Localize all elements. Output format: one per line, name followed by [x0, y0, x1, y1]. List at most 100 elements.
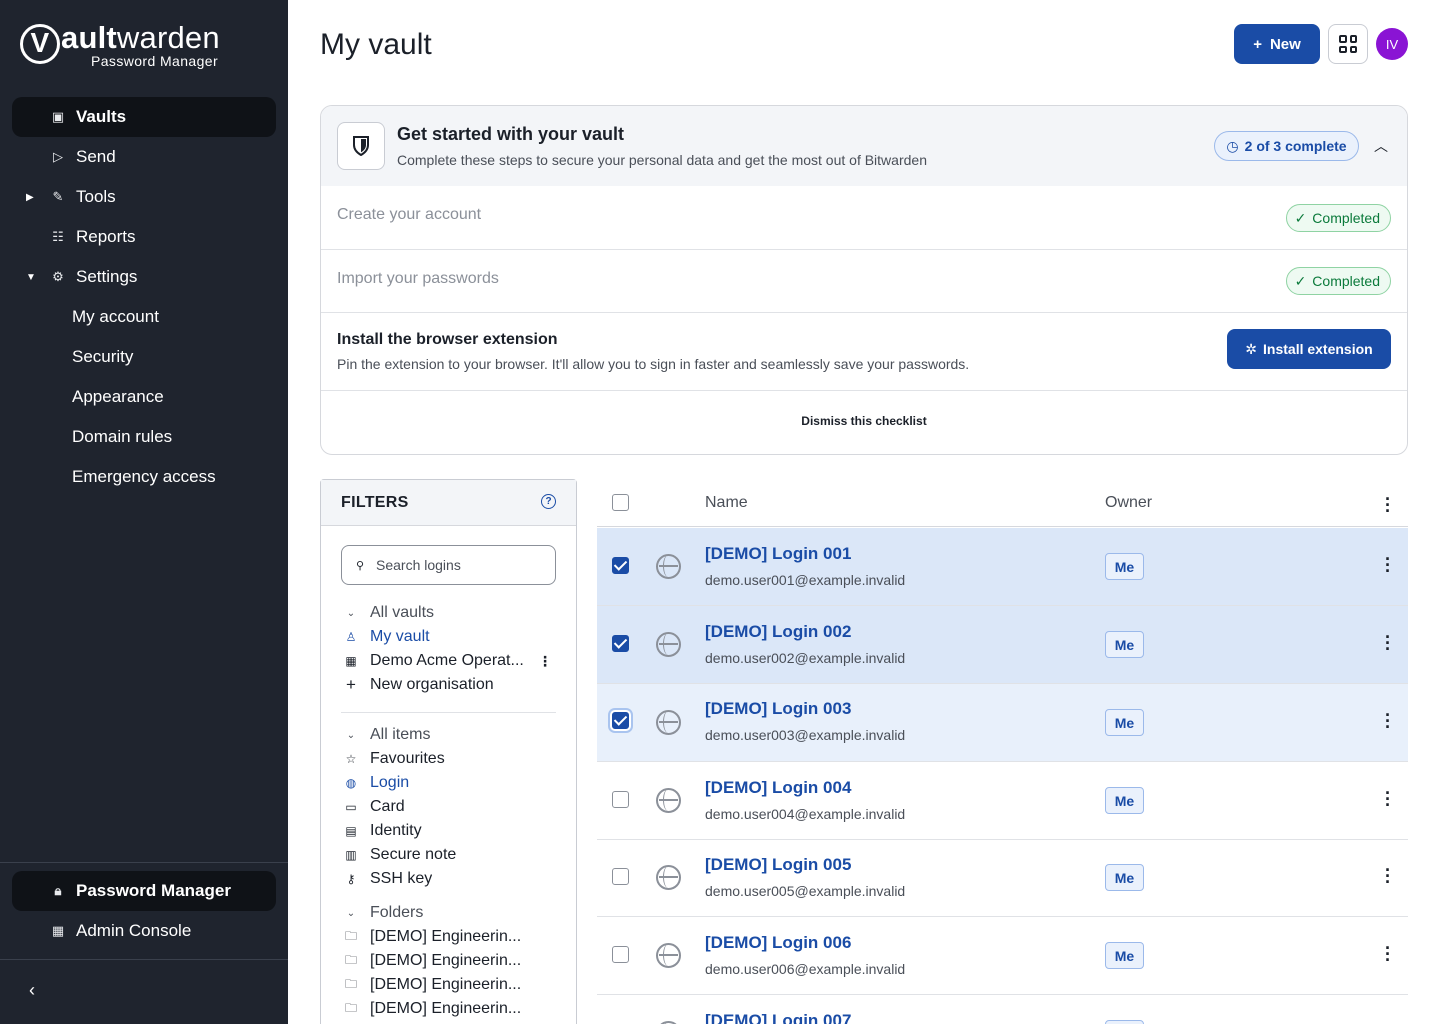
grid-icon: [1339, 35, 1357, 53]
row-checkbox[interactable]: [612, 946, 629, 963]
filter-folder[interactable]: 🗀︎ [DEMO] Engineerin...: [341, 925, 556, 949]
filter-login[interactable]: ◍ Login: [341, 771, 556, 795]
search-logins-field[interactable]: ⚲: [341, 545, 556, 585]
row-checkbox[interactable]: [612, 635, 629, 652]
filter-all-vaults[interactable]: ⌄ All vaults: [341, 601, 556, 625]
filter-my-vault[interactable]: ♙ My vault: [341, 625, 556, 649]
sidebar-item-tools[interactable]: ▶ ✎ Tools: [12, 177, 276, 217]
checklist-header: Get started with your vault Complete the…: [321, 106, 1407, 186]
item-name-link[interactable]: [DEMO] Login 007: [705, 1011, 851, 1024]
sidebar-item-send[interactable]: ▷ Send: [12, 137, 276, 177]
sidebar-item-my-account[interactable]: My account: [12, 297, 276, 337]
row-options-icon[interactable]: · · ·: [1382, 939, 1394, 969]
table-row[interactable]: [DEMO] Login 007 Me: [597, 995, 1408, 1024]
row-checkbox[interactable]: [612, 712, 629, 729]
new-button[interactable]: + New: [1234, 24, 1320, 64]
row-options-icon[interactable]: · · ·: [1382, 706, 1394, 736]
chevron-down-icon: ⌄: [346, 607, 356, 619]
clock-icon: ◷: [1226, 137, 1239, 154]
search-input[interactable]: [376, 557, 536, 573]
sidebar-item-emergency-access[interactable]: Emergency access: [12, 457, 276, 497]
globe-icon: [656, 710, 681, 735]
item-name-link[interactable]: [DEMO] Login 005: [705, 855, 851, 875]
bulk-actions-icon[interactable]: · · ·: [1382, 490, 1394, 520]
filter-secure-note[interactable]: ▥ Secure note: [341, 843, 556, 867]
building-icon: ▦: [345, 654, 357, 668]
product-switcher: 🔒︎ Password Manager ▦ Admin Console: [12, 871, 276, 951]
globe-icon: [656, 943, 681, 968]
column-header-name[interactable]: Name: [705, 494, 748, 512]
app-switcher-button[interactable]: [1328, 24, 1368, 64]
filter-ssh-key[interactable]: ⚷ SSH key: [341, 867, 556, 891]
table-row[interactable]: [DEMO] Login 005 demo.user005@example.in…: [597, 839, 1408, 917]
sidebar-item-settings[interactable]: ▼ ⚙ Settings: [12, 257, 276, 297]
filter-organisation[interactable]: ▦ Demo Acme Operat... ⋮: [341, 649, 556, 673]
sidebar-item-appearance[interactable]: Appearance: [12, 377, 276, 417]
row-checkbox[interactable]: [612, 791, 629, 808]
row-checkbox[interactable]: [612, 868, 629, 885]
avatar[interactable]: IV: [1376, 28, 1408, 60]
check-circle-icon: ✓: [1294, 272, 1307, 289]
filters-panel: FILTERS ? ⚲ ⌄ All vaults ♙ My vault ▦ De…: [320, 479, 577, 1024]
row-options-icon[interactable]: · · ·: [1382, 550, 1394, 580]
item-name-link[interactable]: [DEMO] Login 001: [705, 544, 851, 564]
progress-badge: ◷ 2 of 3 complete: [1214, 131, 1359, 161]
onboarding-checklist: Get started with your vault Complete the…: [320, 105, 1408, 455]
item-username: demo.user002@example.invalid: [705, 650, 906, 666]
row-options-icon[interactable]: · · ·: [1382, 784, 1394, 814]
filter-folders[interactable]: ⌄ Folders: [341, 901, 556, 925]
row-options-icon[interactable]: · · ·: [1382, 628, 1394, 658]
more-options-icon[interactable]: ⋮: [538, 653, 552, 670]
filter-favourites[interactable]: ☆ Favourites: [341, 747, 556, 771]
sidebar-nav: ▣ Vaults ▷ Send ▶ ✎ Tools ☷ Reports ▼ ⚙ …: [12, 97, 276, 497]
brand-logo[interactable]: Vaultwarden Password Manager: [20, 20, 230, 72]
building-icon: ▦: [51, 923, 65, 938]
filter-folder[interactable]: 🗀︎ [DEMO] Engineerin...: [341, 973, 556, 997]
filter-card[interactable]: ▭ Card: [341, 795, 556, 819]
sidebar-item-domain-rules[interactable]: Domain rules: [12, 417, 276, 457]
item-name-link[interactable]: [DEMO] Login 003: [705, 699, 851, 719]
select-all-checkbox[interactable]: [612, 494, 629, 511]
table-row[interactable]: [DEMO] Login 002 demo.user002@example.in…: [597, 606, 1408, 684]
sidebar-item-security[interactable]: Security: [12, 337, 276, 377]
dismiss-checklist-link[interactable]: Dismiss this checklist: [321, 414, 1407, 428]
filter-folder[interactable]: 🗀︎ [DEMO] Engineerin...: [341, 949, 556, 973]
lock-icon: 🔒︎: [54, 883, 62, 898]
completed-badge: ✓ Completed: [1285, 267, 1391, 295]
row-checkbox[interactable]: [612, 557, 629, 574]
help-icon[interactable]: ?: [541, 494, 556, 509]
table-row[interactable]: [DEMO] Login 004 demo.user004@example.in…: [597, 762, 1408, 840]
sidebar-item-reports[interactable]: ☷ Reports: [12, 217, 276, 257]
table-row[interactable]: [DEMO] Login 001 demo.user001@example.in…: [597, 528, 1408, 606]
owner-badge: Me: [1105, 864, 1144, 891]
item-username: demo.user005@example.invalid: [705, 883, 906, 899]
table-header: Name Owner · · ·: [597, 479, 1408, 527]
task-install-extension: Install the browser extension Pin the ex…: [321, 312, 1407, 390]
install-extension-button[interactable]: ✲ Install extension: [1227, 329, 1391, 369]
product-admin-console[interactable]: ▦ Admin Console: [12, 911, 276, 951]
column-header-owner: Owner: [1105, 494, 1153, 511]
filter-new-organisation[interactable]: + New organisation: [341, 673, 556, 697]
filter-all-items[interactable]: ⌄ All items: [341, 723, 556, 747]
reports-icon: ☷: [52, 229, 64, 244]
vaultwarden-logo-icon: V: [20, 24, 60, 64]
globe-icon: [656, 865, 681, 890]
globe-icon: [656, 788, 681, 813]
globe-icon: [656, 554, 681, 579]
item-name-link[interactable]: [DEMO] Login 004: [705, 778, 851, 798]
item-username: demo.user003@example.invalid: [705, 727, 906, 743]
caret-down-icon: ▼: [26, 271, 36, 283]
item-name-link[interactable]: [DEMO] Login 002: [705, 622, 851, 642]
chevron-up-icon[interactable]: ︿: [1373, 136, 1389, 156]
row-options-icon[interactable]: · · ·: [1382, 861, 1394, 891]
item-name-link[interactable]: [DEMO] Login 006: [705, 933, 851, 953]
collapse-sidebar-icon[interactable]: ‹: [22, 980, 42, 1002]
sidebar-item-vaults[interactable]: ▣ Vaults: [12, 97, 276, 137]
table-row[interactable]: [DEMO] Login 003 demo.user003@example.in…: [597, 684, 1408, 762]
filter-folder[interactable]: 🗀︎ [DEMO] Engineerin...: [341, 997, 556, 1021]
filter-identity[interactable]: ▤ Identity: [341, 819, 556, 843]
id-card-icon: ▤: [345, 824, 357, 838]
product-password-manager[interactable]: 🔒︎ Password Manager: [12, 871, 276, 911]
gear-icon: ⚙: [52, 269, 64, 284]
table-row[interactable]: [DEMO] Login 006 demo.user006@example.in…: [597, 917, 1408, 995]
